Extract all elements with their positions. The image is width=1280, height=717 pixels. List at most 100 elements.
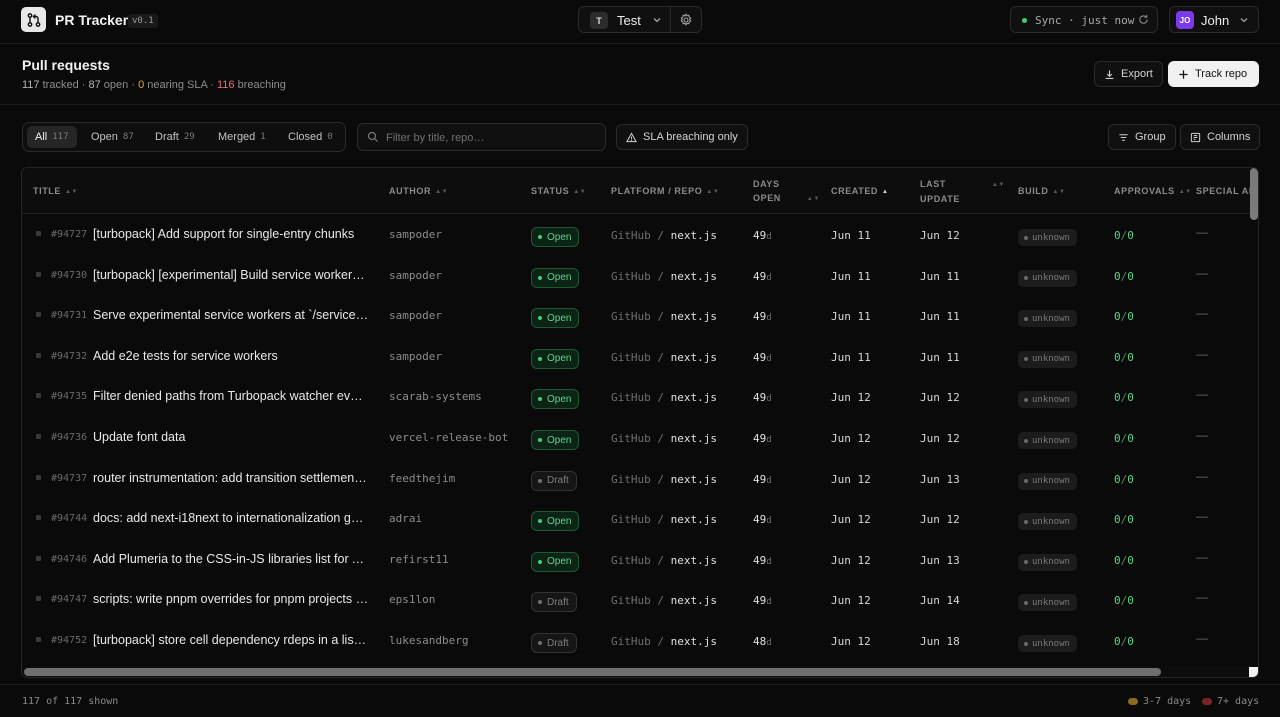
drag-handle-icon[interactable]	[36, 515, 41, 521]
pr-author[interactable]: refirst11	[389, 553, 449, 566]
table-row[interactable]: #94731 Serve experimental service workers…	[22, 296, 1258, 337]
table-row[interactable]: #94730 [turbopack] [experimental] Build s…	[22, 256, 1258, 297]
table-row[interactable]: #94747 scripts: write pnpm overrides for …	[22, 580, 1258, 621]
pr-title[interactable]: [turbopack] store cell dependency rdeps …	[93, 633, 369, 647]
group-button[interactable]: Group	[1108, 124, 1176, 150]
drag-handle-icon[interactable]	[36, 596, 41, 602]
pr-number[interactable]: #94730	[51, 270, 87, 281]
drag-handle-icon[interactable]	[36, 393, 41, 399]
pr-number[interactable]: #94737	[51, 473, 87, 484]
platform-repo[interactable]: GitHub / next.js	[611, 635, 717, 648]
pr-number[interactable]: #94735	[51, 391, 87, 402]
table-row[interactable]: #94736 Update font data vercel-release-bot…	[22, 418, 1258, 459]
pr-author[interactable]: sampoder	[389, 269, 442, 282]
pr-number[interactable]: #94752	[51, 635, 87, 646]
column-header-approvals[interactable]: Approvals ▲▼	[1114, 184, 1192, 199]
pr-author[interactable]: eps1lon	[389, 593, 435, 606]
track-repo-button[interactable]: Track repo	[1168, 61, 1259, 87]
sla-breaching-toggle[interactable]: SLA breaching only	[616, 124, 748, 150]
pr-title[interactable]: Update font data	[93, 430, 369, 444]
gear-icon[interactable]	[679, 13, 693, 27]
drag-handle-icon[interactable]	[36, 271, 41, 277]
platform-repo[interactable]: GitHub / next.js	[611, 554, 717, 567]
build-dot	[1024, 519, 1028, 524]
table-row[interactable]: #94746 Add Plumeria to the CSS-in-JS libr…	[22, 540, 1258, 581]
pr-author[interactable]: adrai	[389, 512, 422, 525]
build-label: unknown	[1032, 516, 1070, 527]
tab-draft[interactable]: Draft 29	[147, 126, 203, 148]
refresh-icon[interactable]	[1138, 14, 1149, 25]
pr-author[interactable]: scarab-systems	[389, 390, 482, 403]
column-header-last-update[interactable]: Last ▲▼ Update	[920, 177, 1005, 206]
drag-handle-icon[interactable]	[36, 352, 41, 358]
columns-button[interactable]: Columns	[1180, 124, 1261, 150]
tab-open[interactable]: Open 87	[83, 126, 142, 148]
drag-handle-icon[interactable]	[36, 231, 41, 236]
pr-title[interactable]: Filter denied paths from Turbopack watch…	[93, 389, 369, 403]
drag-handle-icon[interactable]	[36, 637, 41, 642]
platform-repo[interactable]: GitHub / next.js	[611, 513, 717, 526]
pr-number[interactable]: #94744	[51, 513, 87, 524]
pr-title[interactable]: [turbopack] Add support for single-entry…	[93, 227, 369, 241]
table-row[interactable]: #94727 [turbopack] Add support for single…	[22, 215, 1258, 256]
pr-number[interactable]: #94747	[51, 594, 87, 605]
status-dot	[538, 478, 542, 483]
platform-repo[interactable]: GitHub / next.js	[611, 473, 717, 486]
drag-handle-icon[interactable]	[36, 555, 41, 561]
pr-author[interactable]: vercel-release-bot	[389, 431, 508, 444]
days-unit: d	[766, 638, 772, 648]
horizontal-scrollbar[interactable]	[24, 668, 1161, 676]
pr-title[interactable]: Add Plumeria to the CSS-in-JS libraries …	[93, 552, 369, 566]
column-header-author[interactable]: Author ▲▼	[389, 184, 448, 199]
column-header-build[interactable]: Build ▲▼	[1018, 184, 1066, 199]
drag-handle-icon[interactable]	[36, 312, 41, 318]
pr-author[interactable]: sampoder	[389, 350, 442, 363]
pr-number[interactable]: #94736	[51, 432, 87, 443]
column-header-platform-repo[interactable]: Platform / Repo ▲▼	[611, 184, 719, 199]
vertical-scrollbar[interactable]	[1250, 168, 1258, 220]
platform-repo[interactable]: GitHub / next.js	[611, 351, 717, 364]
pr-number[interactable]: #94746	[51, 554, 87, 565]
pr-title[interactable]: Serve experimental service workers at `/…	[93, 308, 369, 322]
platform-repo[interactable]: GitHub / next.js	[611, 432, 717, 445]
workspace-switcher[interactable]: T Test	[578, 6, 702, 33]
column-header-status[interactable]: Status ▲▼	[531, 184, 586, 199]
platform-repo[interactable]: GitHub / next.js	[611, 594, 717, 607]
pr-number[interactable]: #94732	[51, 351, 87, 362]
drag-handle-icon[interactable]	[36, 434, 41, 439]
pr-title[interactable]: router instrumentation: add transition s…	[93, 471, 369, 485]
pr-number[interactable]: #94727	[51, 229, 87, 240]
pr-title[interactable]: docs: add next-i18next to internationali…	[93, 511, 369, 525]
tab-merged[interactable]: Merged 1	[210, 126, 274, 148]
platform-repo[interactable]: GitHub / next.js	[611, 310, 717, 323]
pr-author[interactable]: sampoder	[389, 228, 442, 241]
user-menu[interactable]: JO John	[1169, 6, 1259, 33]
app-logo[interactable]	[21, 7, 46, 32]
drag-handle-icon[interactable]	[36, 474, 41, 480]
table-row[interactable]: #94735 Filter denied paths from Turbopack…	[22, 377, 1258, 418]
build-dot	[1024, 600, 1028, 605]
column-header-days-open[interactable]: Days Open ▲▼	[753, 177, 820, 206]
pr-author[interactable]: lukesandberg	[389, 634, 468, 647]
search-input[interactable]	[386, 129, 596, 146]
platform-repo[interactable]: GitHub / next.js	[611, 391, 717, 404]
platform-repo[interactable]: GitHub / next.js	[611, 270, 717, 283]
pr-title[interactable]: [turbopack] [experimental] Build service…	[93, 268, 369, 282]
pr-author[interactable]: feedthejim	[389, 472, 455, 485]
tab-all[interactable]: All 117	[27, 126, 77, 148]
table-row[interactable]: #94732 Add e2e tests for service workers s…	[22, 337, 1258, 378]
column-header-created[interactable]: Created ▲	[831, 184, 889, 199]
sync-status[interactable]: Sync · just now	[1010, 6, 1158, 33]
column-header-title[interactable]: Title ▲▼	[33, 184, 78, 199]
platform-repo[interactable]: GitHub / next.js	[611, 229, 717, 242]
pr-number[interactable]: #94731	[51, 310, 87, 321]
export-button[interactable]: Export	[1094, 61, 1163, 87]
table-row[interactable]: #94737 router instrumentation: add transi…	[22, 459, 1258, 500]
column-header-special[interactable]: Special AI	[1196, 184, 1252, 198]
table-row[interactable]: #94744 docs: add next-i18next to internat…	[22, 499, 1258, 540]
pr-title[interactable]: scripts: write pnpm overrides for pnpm p…	[93, 592, 369, 606]
pr-author[interactable]: sampoder	[389, 309, 442, 322]
tab-closed[interactable]: Closed 0	[280, 126, 341, 148]
pr-title[interactable]: Add e2e tests for service workers	[93, 349, 369, 363]
table-row[interactable]: #94752 [turbopack] store cell dependency …	[22, 621, 1258, 662]
